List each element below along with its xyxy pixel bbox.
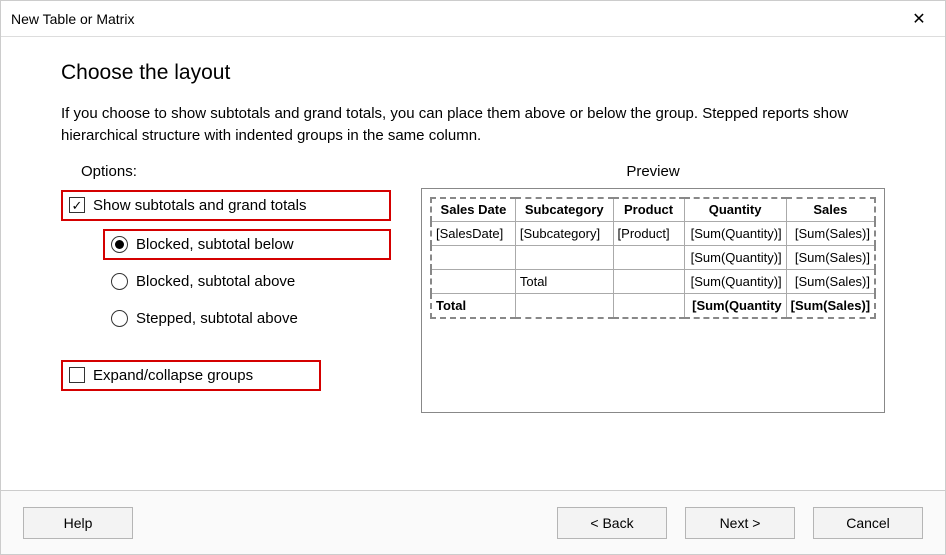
page-description: If you choose to show subtotals and gran… (61, 103, 885, 147)
cell: [Sum(Sales)] (786, 294, 875, 318)
radio-icon (111, 273, 128, 290)
checkbox-icon (69, 367, 85, 383)
header-cell: Subcategory (515, 198, 613, 222)
window-title: New Table or Matrix (11, 11, 134, 27)
preview-column: Preview Sales Date Subcategory Product Q… (421, 163, 885, 413)
header-cell: Sales Date (431, 198, 515, 222)
cell: [Sum(Quantity)] (684, 270, 786, 294)
radio-stepped-above-label: Stepped, subtotal above (136, 310, 298, 327)
cell: [Sum(Sales)] (786, 222, 875, 246)
cell: [Subcategory] (515, 222, 613, 246)
cell: [Sum(Sales)] (786, 246, 875, 270)
cell (515, 246, 613, 270)
radio-blocked-above-label: Blocked, subtotal above (136, 273, 295, 290)
checkbox-icon: ✓ (69, 197, 85, 213)
checkbox-show-totals-label: Show subtotals and grand totals (93, 197, 306, 214)
header-cell: Quantity (684, 198, 786, 222)
table-row: Total [Sum(Quantity)] [Sum(Sales)] (431, 270, 875, 294)
cell: [Product] (613, 222, 684, 246)
cell (431, 270, 515, 294)
preview-table: Sales Date Subcategory Product Quantity … (430, 197, 876, 319)
radio-blocked-below-label: Blocked, subtotal below (136, 236, 294, 253)
options-label: Options: (81, 163, 391, 180)
cell: [SalesDate] (431, 222, 515, 246)
table-row: [Sum(Quantity)] [Sum(Sales)] (431, 246, 875, 270)
table-row: [SalesDate] [Subcategory] [Product] [Sum… (431, 222, 875, 246)
radio-blocked-below[interactable]: Blocked, subtotal below (103, 229, 391, 260)
page-header: Choose the layout (61, 61, 885, 85)
checkbox-expand-collapse-label: Expand/collapse groups (93, 367, 253, 384)
options-column: Options: ✓ Show subtotals and grand tota… (61, 163, 391, 413)
cell (613, 246, 684, 270)
cell: [Sum(Quantity)] (684, 222, 786, 246)
radio-stepped-above[interactable]: Stepped, subtotal above (103, 303, 391, 334)
cell: [Sum(Sales)] (786, 270, 875, 294)
cell (613, 294, 684, 318)
back-button[interactable]: < Back (557, 507, 667, 539)
footer-bar: Help < Back Next > Cancel (1, 490, 945, 554)
checkbox-expand-collapse[interactable]: Expand/collapse groups (61, 360, 321, 391)
next-button[interactable]: Next > (685, 507, 795, 539)
cell: [Sum(Quantity)] (684, 246, 786, 270)
content-area: Choose the layout If you choose to show … (1, 37, 945, 423)
close-icon[interactable]: ✕ (905, 9, 933, 29)
table-header-row: Sales Date Subcategory Product Quantity … (431, 198, 875, 222)
cell: Total (515, 270, 613, 294)
header-cell: Sales (786, 198, 875, 222)
cell (515, 294, 613, 318)
preview-box: Sales Date Subcategory Product Quantity … (421, 188, 885, 413)
help-button[interactable]: Help (23, 507, 133, 539)
radio-blocked-above[interactable]: Blocked, subtotal above (103, 266, 391, 297)
cell (613, 270, 684, 294)
table-total-row: Total [Sum(Quantity [Sum(Sales)] (431, 294, 875, 318)
cell: [Sum(Quantity (684, 294, 786, 318)
checkbox-show-totals[interactable]: ✓ Show subtotals and grand totals (61, 190, 391, 221)
cancel-button[interactable]: Cancel (813, 507, 923, 539)
preview-label: Preview (421, 163, 885, 180)
cell: Total (431, 294, 515, 318)
radio-icon (111, 310, 128, 327)
radio-icon (111, 236, 128, 253)
title-bar: New Table or Matrix ✕ (1, 1, 945, 37)
header-cell: Product (613, 198, 684, 222)
cell (431, 246, 515, 270)
